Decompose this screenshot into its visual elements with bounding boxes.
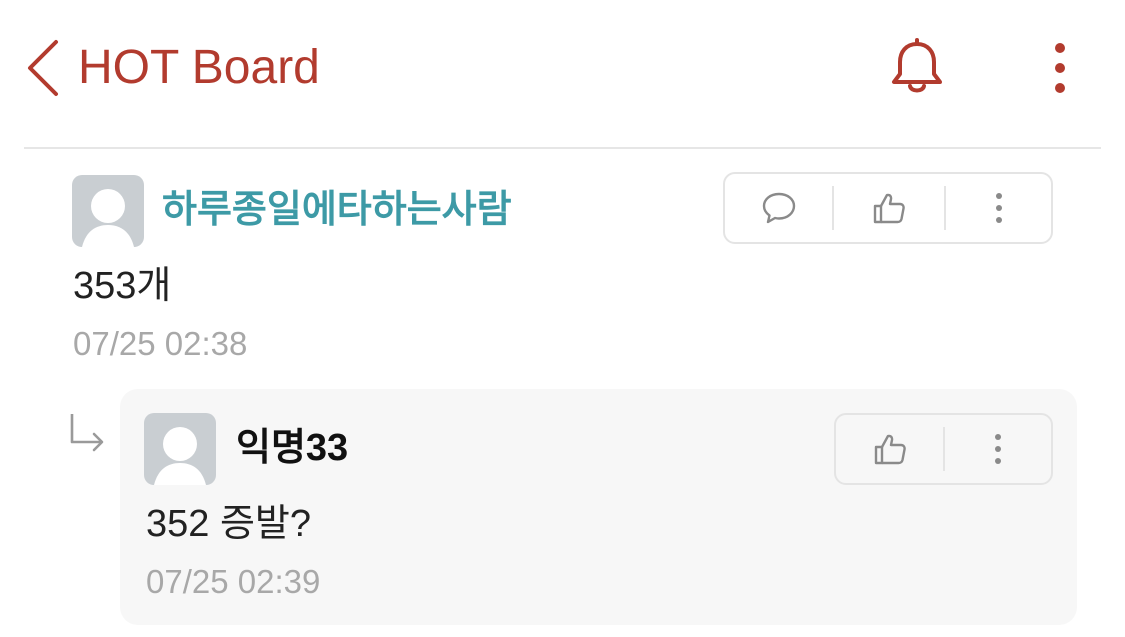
speech-bubble-icon [762, 192, 796, 224]
comment-author[interactable]: 하루종일에타하는사람 [162, 186, 512, 234]
page-title: HOT Board [78, 41, 320, 94]
comment-more-button[interactable] [946, 174, 1051, 242]
more-options-button[interactable] [1040, 38, 1080, 98]
reply-like-button[interactable] [836, 415, 944, 483]
comment-timestamp: 07/25 02:38 [73, 325, 248, 362]
comment-body: 353개 [73, 265, 172, 307]
reply-arrow-icon [68, 412, 108, 452]
more-vertical-icon [995, 434, 1001, 464]
like-button[interactable] [834, 174, 944, 242]
thumbs-up-icon [874, 434, 906, 465]
more-vertical-icon [1055, 43, 1065, 93]
reply-timestamp: 07/25 02:39 [146, 563, 321, 600]
comment-action-bar [723, 172, 1053, 244]
reply-more-button[interactable] [945, 415, 1051, 483]
reply-author[interactable]: 익명33 [236, 424, 348, 472]
avatar [144, 413, 216, 485]
header-divider [24, 147, 1101, 149]
avatar [72, 175, 144, 247]
reply-button[interactable] [725, 174, 833, 242]
chevron-left-icon [28, 40, 58, 96]
back-button[interactable] [22, 38, 66, 98]
notification-button[interactable] [888, 38, 946, 98]
default-avatar-icon [154, 427, 206, 485]
top-bar: HOT Board [0, 0, 1125, 140]
reply-body: 352 증발? [146, 503, 312, 545]
bell-icon [892, 38, 942, 93]
thumbs-up-icon [873, 193, 905, 224]
default-avatar-icon [82, 189, 134, 247]
more-vertical-icon [995, 193, 1002, 223]
reply-action-bar [834, 413, 1053, 485]
